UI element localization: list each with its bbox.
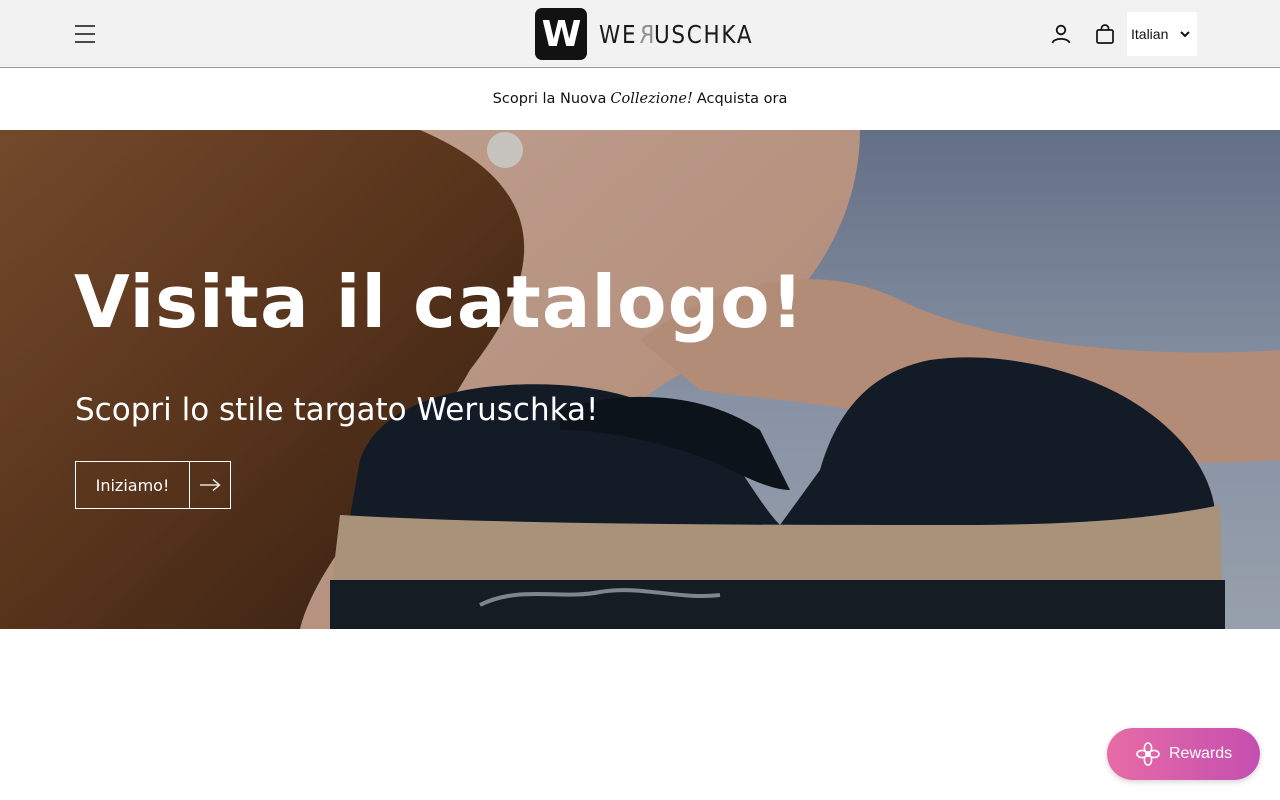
rewards-label: Rewards [1169, 745, 1233, 762]
hero-overlay [0, 130, 1280, 629]
site-header: W WERUSCHKA Italian [0, 0, 1280, 68]
hero-subtitle: Scopri lo stile targato Weruschka! [75, 392, 599, 428]
announcement-italic: Collezione! [610, 91, 693, 107]
announcement-suffix: Acquista ora [696, 91, 788, 107]
logo-mark: W [535, 8, 587, 60]
chevron-down-icon [1180, 31, 1190, 38]
rewards-launcher[interactable]: Rewards [1107, 728, 1260, 780]
shopping-bag-icon[interactable] [1093, 22, 1117, 46]
announcement-bar[interactable]: Scopri la Nuova Collezione! Acquista ora [0, 68, 1280, 130]
language-select-value: Italian [1131, 26, 1169, 42]
logo-wordmark: WERUSCHKA [599, 19, 754, 49]
announcement-prefix: Scopri la Nuova [492, 91, 607, 107]
account-icon[interactable] [1049, 22, 1073, 46]
hamburger-menu-icon[interactable] [72, 22, 98, 46]
hero-banner: Visita il catalogo! Scopri lo stile targ… [0, 130, 1280, 629]
arrow-right-icon [190, 462, 230, 508]
flower-icon [1136, 742, 1160, 766]
site-logo[interactable]: W WERUSCHKA [535, 8, 778, 60]
hero-cta-label: Iniziamo! [76, 462, 190, 508]
language-select[interactable]: Italian [1127, 12, 1197, 56]
hero-cta-button[interactable]: Iniziamo! [75, 461, 231, 509]
hero-title: Visita il catalogo! [74, 260, 805, 344]
